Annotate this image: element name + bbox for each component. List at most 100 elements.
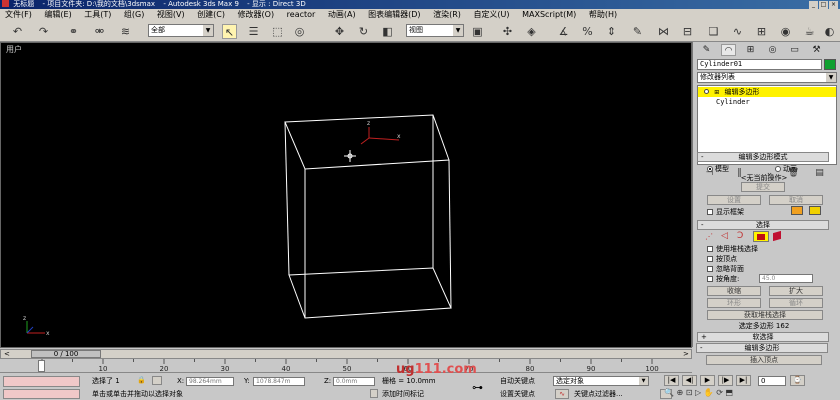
menu-group[interactable]: 组(G) (119, 9, 149, 21)
render-scene-icon[interactable]: ☕ (802, 24, 817, 39)
prev-key-icon[interactable]: ◀| (682, 375, 697, 386)
use-stack-selection-checkbox[interactable]: 使用堆栈选择 (707, 244, 758, 254)
settings-button[interactable]: 设置 (707, 195, 761, 205)
absolute-mode-icon[interactable] (152, 376, 162, 385)
z-coordinate-field[interactable]: 0.0mm (333, 377, 375, 386)
object-name-field[interactable]: Cylinder01 (697, 59, 822, 70)
material-editor-icon[interactable]: ◉ (778, 24, 793, 39)
manipulate-icon[interactable]: ✣ (500, 24, 515, 39)
hierarchy-tab-icon[interactable]: ⊞ (743, 44, 758, 56)
x-coordinate-field[interactable]: 98.264mm (186, 377, 234, 386)
rollout-soft-selection[interactable]: + 软选择 (697, 332, 829, 342)
ring-button[interactable]: 环形 (707, 298, 761, 308)
user-viewport[interactable]: z x z x 用户 (0, 42, 692, 348)
maxscript-listener[interactable] (3, 376, 80, 387)
menu-maxscript[interactable]: MAXScript(M) (517, 9, 581, 21)
zoom-extents-icon[interactable]: ⊡ (686, 388, 693, 397)
select-by-name-icon[interactable]: ☰ (246, 24, 261, 39)
shrink-button[interactable]: 收缩 (707, 286, 761, 296)
create-tab-icon[interactable]: ✎ (699, 44, 714, 56)
rollout-edit-polygons[interactable]: - 编辑多边形 (696, 343, 828, 353)
commit-button[interactable]: 提交 (741, 182, 785, 192)
time-config-icon[interactable]: ⌚ (790, 375, 805, 386)
menu-customize[interactable]: 自定义(U) (468, 9, 514, 21)
select-icon[interactable]: ↖ (222, 24, 237, 39)
align-icon[interactable]: ⊟ (680, 24, 695, 39)
add-time-tag[interactable]: 添加时间标记 (382, 389, 424, 399)
next-frame-icon[interactable]: > (683, 350, 689, 358)
layer-icon[interactable]: ❑ (706, 24, 721, 39)
menu-graph-editors[interactable]: 图表编辑器(D) (363, 9, 425, 21)
rollout-selection[interactable]: - 选择 (697, 220, 829, 230)
cage-selected-color-swatch[interactable] (809, 206, 821, 215)
ignore-backfacing-checkbox[interactable]: 忽略背面 (707, 264, 744, 274)
window-crossing-icon[interactable]: ◎ (292, 24, 307, 39)
grow-button[interactable]: 扩大 (769, 286, 823, 296)
rollout-edit-poly-mode[interactable]: - 编辑多边形模式 (697, 152, 829, 162)
maxscript-mini-listener[interactable] (3, 389, 80, 399)
menu-rendering[interactable]: 渲染(R) (428, 9, 466, 21)
current-frame-field[interactable]: 0 (758, 376, 786, 386)
stack-item-edit-poly[interactable]: ⊞ 编辑多边形 (698, 87, 836, 97)
next-key-icon[interactable]: |▶ (718, 375, 733, 386)
stack-item-cylinder[interactable]: Cylinder (716, 98, 750, 106)
menu-views[interactable]: 视图(V) (152, 9, 190, 21)
cage-color-swatch[interactable] (791, 206, 803, 215)
by-angle-checkbox[interactable]: 按角度: (707, 274, 739, 284)
named-selection-icon[interactable]: ✎ (630, 24, 645, 39)
rotate-icon[interactable]: ↻ (356, 24, 371, 39)
vertex-mode-icon[interactable]: ⋰ (705, 232, 713, 241)
show-cage-checkbox[interactable]: 显示框架 (707, 207, 744, 217)
transform-gizmo[interactable]: z x (360, 120, 401, 145)
curve-editor-icon[interactable]: ∿ (730, 24, 745, 39)
menu-animation[interactable]: 动画(A) (323, 9, 361, 21)
go-to-start-icon[interactable]: |◀ (664, 375, 679, 386)
motion-tab-icon[interactable]: ◎ (765, 44, 780, 56)
zoom-all-icon[interactable]: ⊕ (677, 388, 684, 397)
modify-tab-icon[interactable]: ◠ (721, 44, 736, 56)
menu-help[interactable]: 帮助(H) (584, 9, 622, 21)
viewport-label[interactable]: 用户 (6, 44, 22, 55)
menu-create[interactable]: 创建(C) (192, 9, 230, 21)
bind-icon[interactable]: ≋ (118, 24, 133, 39)
cylinder-wireframe[interactable] (284, 114, 452, 319)
ref-coord-dropdown[interactable]: 视图 ▼ (406, 24, 464, 37)
prev-frame-icon[interactable]: < (4, 350, 10, 358)
key-filters-button[interactable]: 关键点过滤器... (574, 389, 623, 399)
minimize-button[interactable]: _ (809, 1, 818, 9)
undo-icon[interactable]: ↶ (10, 24, 25, 39)
menu-edit[interactable]: 编辑(E) (39, 9, 76, 21)
angle-snap-icon[interactable]: ∡ (556, 24, 571, 39)
polygon-mode-icon[interactable] (753, 231, 769, 242)
display-tab-icon[interactable]: ▭ (787, 44, 802, 56)
cancel-button[interactable]: 取消 (769, 195, 823, 205)
scale-icon[interactable]: ◧ (380, 24, 395, 39)
edge-mode-icon[interactable]: ◁ (721, 231, 728, 241)
schematic-icon[interactable]: ⊞ (754, 24, 769, 39)
maximize-viewport-icon[interactable]: ⬒ (725, 388, 733, 397)
angle-spinner[interactable]: 45.0 (759, 274, 813, 283)
modifier-list-dropdown[interactable]: 修改器列表 ▼ (697, 72, 837, 83)
by-vertex-checkbox[interactable]: 按顶点 (707, 254, 737, 264)
time-tag-icon[interactable] (370, 389, 378, 398)
quick-render-icon[interactable]: ◐ (822, 24, 837, 39)
menu-file[interactable]: 文件(F) (0, 9, 37, 21)
snap-icon[interactable]: ◈ (524, 24, 539, 39)
get-stack-selection-button[interactable]: 获取堆栈选择 (707, 310, 823, 320)
time-slider[interactable]: < 0 / 100 > (0, 349, 692, 359)
redo-icon[interactable]: ↷ (36, 24, 51, 39)
close-button[interactable]: × (829, 1, 838, 9)
pivot-icon[interactable]: ▣ (470, 24, 485, 39)
element-mode-icon[interactable] (773, 230, 781, 242)
lock-icon[interactable]: 🔒 (137, 376, 146, 384)
auto-key-button[interactable]: 自动关键点 (500, 376, 535, 386)
maximize-button[interactable]: □ (819, 1, 828, 9)
percent-snap-icon[interactable]: % (580, 24, 595, 39)
move-icon[interactable]: ✥ (332, 24, 347, 39)
spinner-snap-icon[interactable]: ⇕ (604, 24, 619, 39)
selection-set-dropdown[interactable]: 选定对象 ▼ (553, 376, 649, 386)
orbit-icon[interactable]: ⟳ (716, 388, 723, 397)
go-to-end-icon[interactable]: ▶| (736, 375, 751, 386)
menu-tools[interactable]: 工具(T) (79, 9, 116, 21)
key-mode-icon[interactable]: ∿ (555, 389, 569, 399)
